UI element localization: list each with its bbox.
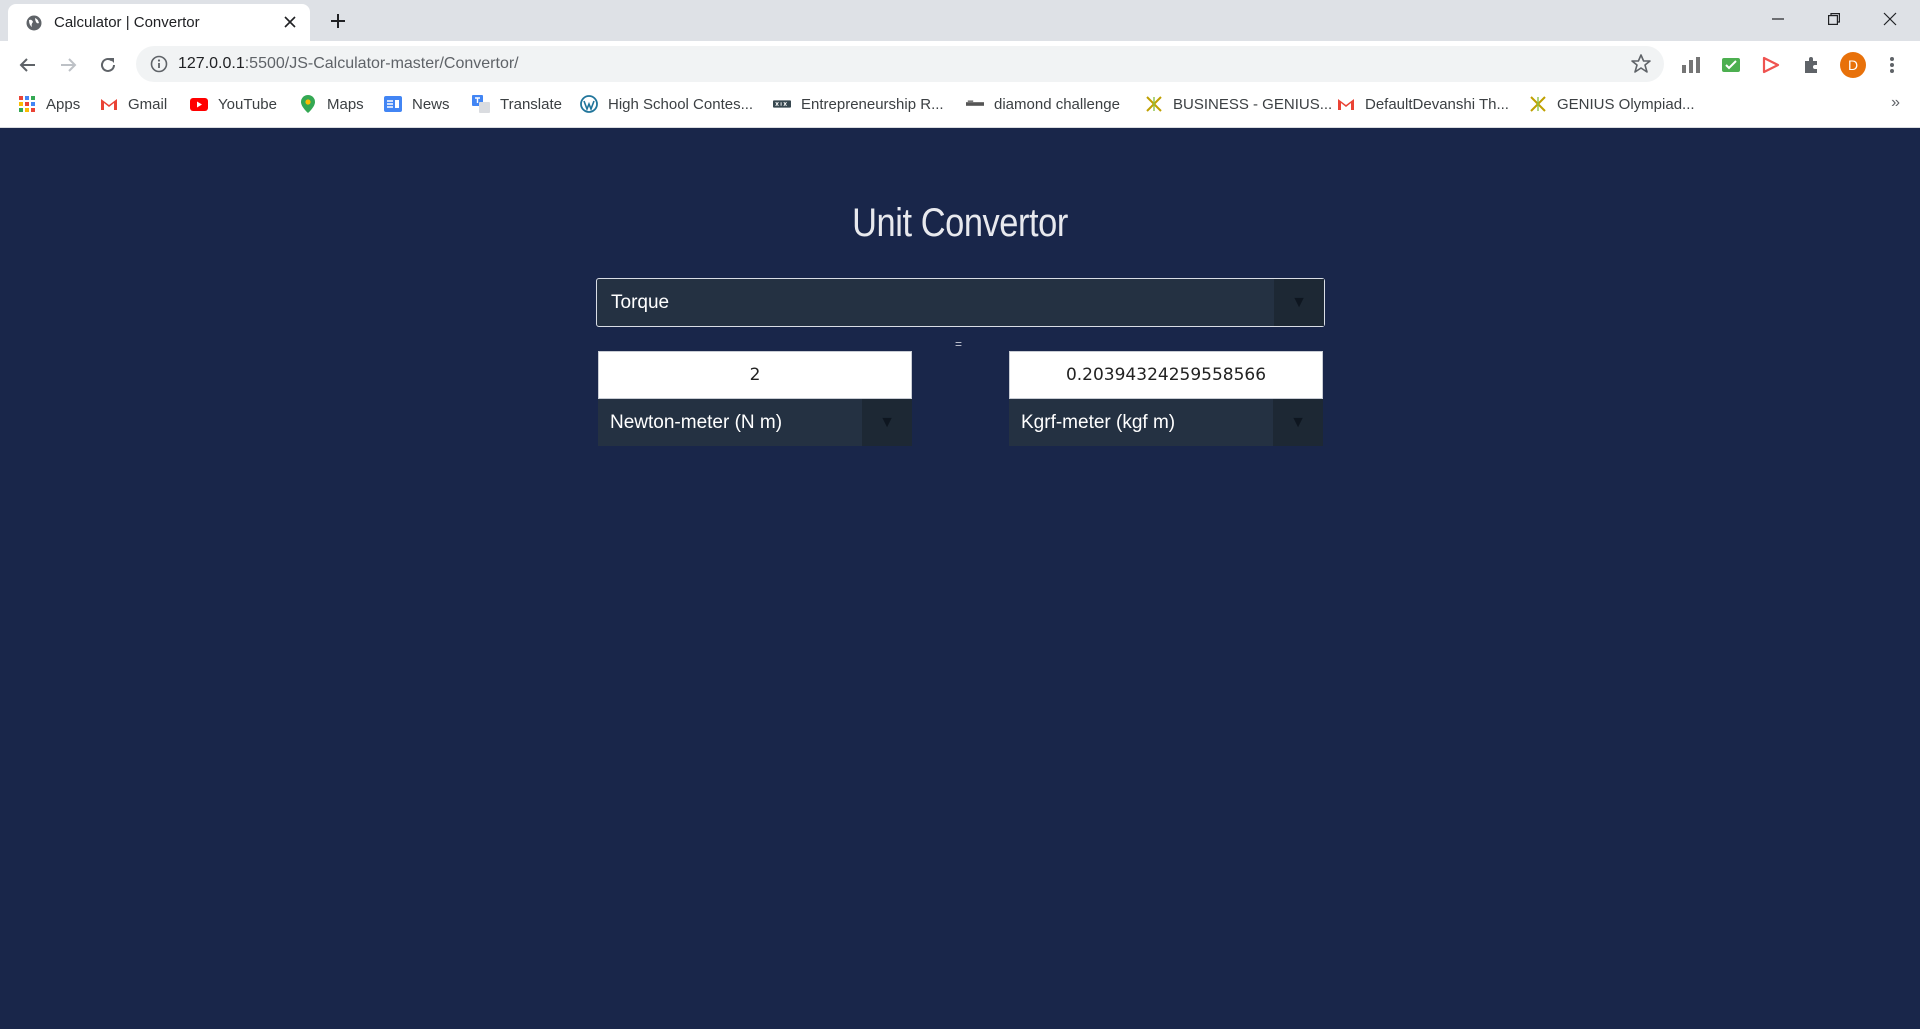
bookmark-label: GENIUS Olympiad... bbox=[1557, 95, 1695, 113]
browser-toolbar: 127.0.0.1:5500/JS-Calculator-master/Conv… bbox=[0, 41, 1920, 88]
bookmark-translate[interactable]: Translate bbox=[472, 88, 562, 120]
to-unit-select[interactable]: Kgrf-meter (kgf m) ▼ bbox=[1009, 399, 1323, 446]
bookmarks-bar: Apps Gmail YouTube Maps News Translate H… bbox=[0, 88, 1920, 128]
bookmark-business-genius[interactable]: BUSINESS - GENIUS... bbox=[1145, 88, 1332, 120]
from-unit-selected-value: Newton-meter (N m) bbox=[610, 412, 783, 433]
bookmark-gmail[interactable]: Gmail bbox=[100, 88, 167, 120]
bookmark-entrepreneurship[interactable]: Entrepreneurship R... bbox=[773, 88, 944, 120]
gmail-icon bbox=[1337, 95, 1355, 113]
wordpress-icon bbox=[580, 95, 598, 113]
bookmark-label: YouTube bbox=[218, 95, 277, 113]
to-unit-selected-value: Kgrf-meter (kgf m) bbox=[1021, 412, 1176, 433]
category-select[interactable]: Torque ▼ bbox=[596, 278, 1325, 327]
minimize-icon[interactable] bbox=[1750, 0, 1806, 38]
bookmark-label: Translate bbox=[500, 95, 562, 113]
bookmark-star-icon[interactable] bbox=[1630, 53, 1652, 75]
news-icon bbox=[384, 95, 402, 113]
url-text: 127.0.0.1:5500/JS-Calculator-master/Conv… bbox=[178, 55, 519, 73]
browser-tab[interactable]: Calculator | Convertor bbox=[8, 4, 310, 41]
tab-strip: Calculator | Convertor bbox=[0, 0, 1920, 41]
equals-sign: = bbox=[955, 337, 963, 351]
analytics-extension-icon[interactable] bbox=[1679, 53, 1703, 77]
extensions-puzzle-icon[interactable] bbox=[1799, 53, 1823, 77]
from-unit-select[interactable]: Newton-meter (N m) ▼ bbox=[598, 399, 912, 446]
diamond-challenge-logo-icon bbox=[966, 95, 984, 113]
url-path: :5500/JS-Calculator-master/Convertor/ bbox=[244, 55, 519, 72]
bookmark-label: High School Contes... bbox=[608, 95, 754, 113]
apps-grid-icon bbox=[18, 95, 36, 113]
translate-icon bbox=[472, 95, 490, 113]
entrepreneurship-logo-icon bbox=[773, 95, 791, 113]
page-content: Unit Convertor Torque ▼ = 2 Newton-meter… bbox=[0, 129, 1920, 1029]
youtube-icon bbox=[190, 95, 208, 113]
bookmark-label: Entrepreneurship R... bbox=[801, 95, 944, 113]
gmail-icon bbox=[100, 95, 118, 113]
bookmark-genius-olympiad[interactable]: GENIUS Olympiad... bbox=[1529, 88, 1695, 120]
bookmark-label: Maps bbox=[327, 95, 364, 113]
url-host: 127.0.0.1 bbox=[178, 55, 245, 72]
globe-icon bbox=[26, 15, 42, 31]
screen-recorder-extension-icon[interactable] bbox=[1759, 53, 1783, 77]
bookmark-defaultdevanshi[interactable]: DefaultDevanshi Th... bbox=[1337, 88, 1509, 120]
dropdown-arrow-icon: ▼ bbox=[862, 399, 912, 446]
bookmark-label: Apps bbox=[46, 95, 81, 113]
chrome-menu-icon[interactable] bbox=[1880, 53, 1904, 77]
bookmark-diamond-challenge[interactable]: diamond challenge bbox=[966, 88, 1120, 120]
bookmark-apps[interactable]: Apps bbox=[18, 88, 80, 120]
genius-logo-icon bbox=[1145, 95, 1163, 113]
tab-title: Calculator | Convertor bbox=[54, 14, 200, 31]
back-arrow-icon[interactable] bbox=[14, 51, 42, 79]
address-bar[interactable]: 127.0.0.1:5500/JS-Calculator-master/Conv… bbox=[136, 46, 1664, 82]
bookmark-news[interactable]: News bbox=[384, 88, 450, 120]
bookmark-label: News bbox=[412, 95, 450, 113]
genius-logo-icon bbox=[1529, 95, 1547, 113]
maps-pin-icon bbox=[299, 95, 317, 113]
new-tab-button[interactable] bbox=[326, 9, 350, 33]
bookmark-maps[interactable]: Maps bbox=[299, 88, 364, 120]
to-value-input[interactable]: 0.20394324259558566 bbox=[1009, 351, 1323, 399]
site-info-icon[interactable] bbox=[150, 55, 168, 73]
restore-icon[interactable] bbox=[1806, 0, 1862, 38]
bookmark-high-school-contest[interactable]: High School Contes... bbox=[580, 88, 753, 120]
reload-icon[interactable] bbox=[94, 51, 122, 79]
dropdown-arrow-icon: ▼ bbox=[1274, 279, 1324, 326]
bookmark-label: BUSINESS - GENIUS... bbox=[1173, 95, 1333, 113]
bookmark-youtube[interactable]: YouTube bbox=[190, 88, 277, 120]
bookmarks-overflow-button[interactable]: » bbox=[1891, 94, 1900, 112]
bookmark-label: DefaultDevanshi Th... bbox=[1365, 95, 1509, 113]
category-selected-value: Torque bbox=[611, 292, 670, 313]
from-value-input[interactable]: 2 bbox=[598, 351, 912, 399]
dropdown-arrow-icon: ▼ bbox=[1273, 399, 1323, 446]
close-window-icon[interactable] bbox=[1862, 0, 1918, 38]
profile-avatar[interactable]: D bbox=[1840, 52, 1866, 78]
page-title: Unit Convertor bbox=[852, 201, 1068, 245]
checklist-extension-icon[interactable] bbox=[1719, 53, 1743, 77]
close-tab-icon[interactable] bbox=[280, 12, 300, 32]
bookmark-label: Gmail bbox=[128, 95, 168, 113]
forward-arrow-icon[interactable] bbox=[54, 51, 82, 79]
bookmark-label: diamond challenge bbox=[994, 95, 1120, 113]
